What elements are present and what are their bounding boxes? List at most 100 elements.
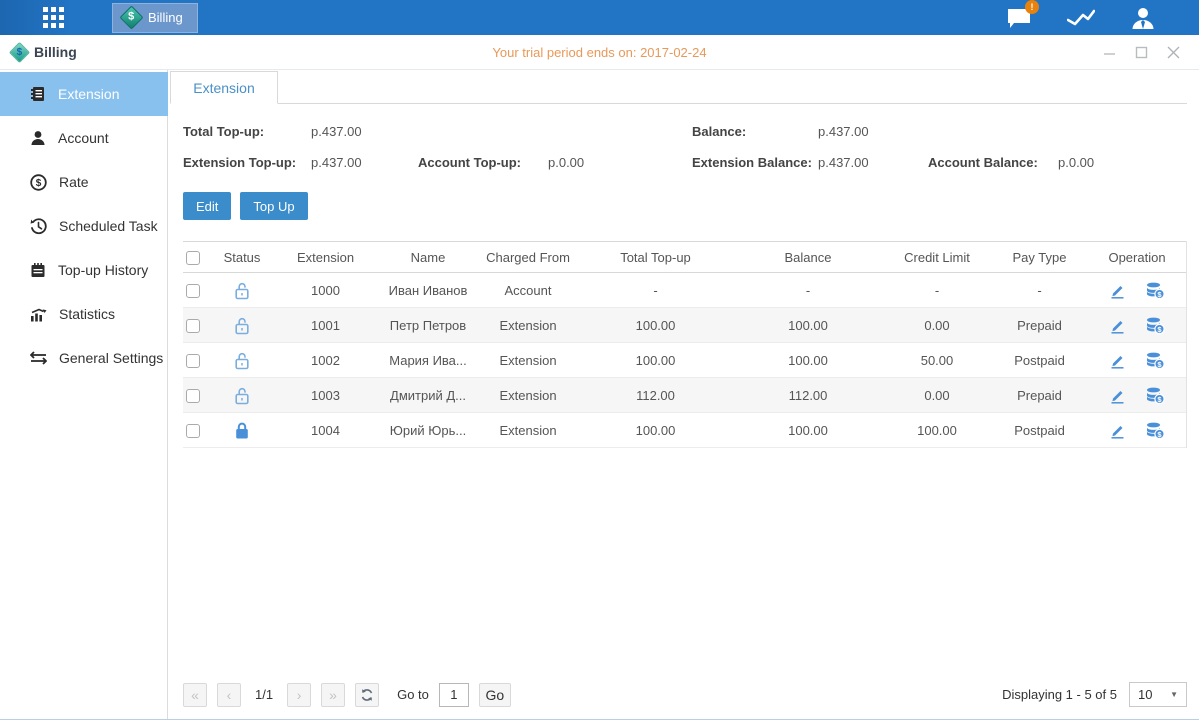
lock-status-icon xyxy=(211,281,273,300)
scheduled-task-icon xyxy=(30,218,47,235)
name-cell: Юрий Юрь... xyxy=(378,423,478,438)
window-title-bar: Your trial period ends on: 2017-02-24 $ … xyxy=(0,35,1199,70)
select-all-checkbox[interactable] xyxy=(186,251,200,265)
extension-cell: 1001 xyxy=(273,318,378,333)
extension-cell: 1003 xyxy=(273,388,378,403)
extension-cell: 1004 xyxy=(273,423,378,438)
balance-cell: 112.00 xyxy=(733,388,883,403)
extension-topup-value: p.437.00 xyxy=(311,155,418,170)
go-button[interactable]: Go xyxy=(479,683,511,707)
sidebar-item-general-settings[interactable]: General Settings xyxy=(0,336,167,380)
sidebar-item-rate[interactable]: $ Rate xyxy=(0,160,167,204)
balance-summary: Total Top-up: p.437.00 Balance: p.437.00… xyxy=(183,116,1187,178)
prev-page-button[interactable]: ‹ xyxy=(217,683,241,707)
edit-row-icon[interactable] xyxy=(1109,282,1126,299)
general-settings-icon xyxy=(30,351,47,365)
col-operation: Operation xyxy=(1088,250,1186,265)
row-checkbox[interactable] xyxy=(186,354,200,368)
sidebar-item-extension[interactable]: Extension xyxy=(0,72,168,116)
page-size-select[interactable]: 10 ▼ xyxy=(1129,682,1187,707)
extension-cell: 1000 xyxy=(273,283,378,298)
lock-status-icon xyxy=(211,351,273,370)
col-credit-limit: Credit Limit xyxy=(883,250,991,265)
edit-row-icon[interactable] xyxy=(1109,317,1126,334)
credit-limit-cell: 50.00 xyxy=(883,353,991,368)
table-row: 1003 Дмитрий Д... Extension 112.00 112.0… xyxy=(183,378,1186,413)
balance-cell: - xyxy=(733,283,883,298)
edit-row-icon[interactable] xyxy=(1109,387,1126,404)
table-row: 1000 Иван Иванов Account - - - - $ xyxy=(183,273,1186,308)
account-icon xyxy=(30,130,46,146)
row-checkbox[interactable] xyxy=(186,284,200,298)
user-icon[interactable] xyxy=(1129,5,1157,31)
sidebar-item-label: Extension xyxy=(58,86,119,102)
total-topup-cell: 100.00 xyxy=(578,423,733,438)
extension-icon xyxy=(30,86,46,102)
table-header: Status Extension Name Charged From Total… xyxy=(183,241,1186,273)
topup-row-icon[interactable]: $ xyxy=(1146,317,1165,334)
edit-row-icon[interactable] xyxy=(1109,422,1126,439)
page-info: 1/1 xyxy=(255,687,273,702)
charged-from-cell: Extension xyxy=(478,353,578,368)
col-total-topup: Total Top-up xyxy=(578,250,733,265)
sidebar-item-topup-history[interactable]: Top-up History xyxy=(0,248,167,292)
balance-label: Balance: xyxy=(692,124,818,139)
row-checkbox[interactable] xyxy=(186,424,200,438)
col-pay-type: Pay Type xyxy=(991,250,1088,265)
row-checkbox[interactable] xyxy=(186,389,200,403)
close-icon[interactable] xyxy=(1165,44,1181,60)
credit-limit-cell: 0.00 xyxy=(883,318,991,333)
credit-limit-cell: 100.00 xyxy=(883,423,991,438)
table-row: 1001 Петр Петров Extension 100.00 100.00… xyxy=(183,308,1186,343)
topup-row-icon[interactable]: $ xyxy=(1146,282,1165,299)
sidebar-item-scheduled-task[interactable]: Scheduled Task xyxy=(0,204,167,248)
sidebar-item-label: Account xyxy=(58,130,109,146)
top-application-bar: $ Billing ! xyxy=(0,0,1199,35)
minimize-icon[interactable] xyxy=(1101,44,1117,60)
notification-badge: ! xyxy=(1025,0,1039,14)
chevron-down-icon: ▼ xyxy=(1170,690,1178,699)
top-up-button[interactable]: Top Up xyxy=(240,192,307,220)
edit-button[interactable]: Edit xyxy=(183,192,231,220)
last-page-button[interactable]: » xyxy=(321,683,345,707)
name-cell: Мария Ива... xyxy=(378,353,478,368)
statistics-icon xyxy=(30,306,47,322)
credit-limit-cell: 0.00 xyxy=(883,388,991,403)
topup-history-icon xyxy=(30,262,46,278)
pay-type-cell: Postpaid xyxy=(991,423,1088,438)
rate-icon: $ xyxy=(30,174,47,191)
lock-status-icon xyxy=(211,421,273,440)
pay-type-cell: Prepaid xyxy=(991,318,1088,333)
extension-topup-label: Extension Top-up: xyxy=(183,155,311,170)
messages-icon[interactable]: ! xyxy=(1005,5,1033,31)
row-checkbox[interactable] xyxy=(186,319,200,333)
sidebar-item-label: Rate xyxy=(59,174,89,190)
sidebar-item-statistics[interactable]: Statistics xyxy=(0,292,167,336)
table-body: 1000 Иван Иванов Account - - - - $ 1001 … xyxy=(183,273,1186,448)
balance-cell: 100.00 xyxy=(733,353,883,368)
goto-label: Go to xyxy=(397,687,429,702)
next-page-button[interactable]: › xyxy=(287,683,311,707)
total-topup-value: p.437.00 xyxy=(311,124,418,139)
billing-app-tab[interactable]: $ Billing xyxy=(112,3,198,33)
topup-row-icon[interactable]: $ xyxy=(1146,352,1165,369)
topup-row-icon[interactable]: $ xyxy=(1146,422,1165,439)
first-page-button[interactable]: « xyxy=(183,683,207,707)
extension-cell: 1002 xyxy=(273,353,378,368)
statistics-topbar-icon[interactable] xyxy=(1067,5,1095,31)
topup-row-icon[interactable]: $ xyxy=(1146,387,1165,404)
charged-from-cell: Extension xyxy=(478,318,578,333)
edit-row-icon[interactable] xyxy=(1109,352,1126,369)
col-status: Status xyxy=(211,250,273,265)
account-topup-value: p.0.00 xyxy=(548,155,692,170)
col-extension: Extension xyxy=(273,250,378,265)
maximize-icon[interactable] xyxy=(1133,44,1149,60)
refresh-button[interactable] xyxy=(355,683,379,707)
tab-extension[interactable]: Extension xyxy=(170,71,278,104)
pay-type-cell: Prepaid xyxy=(991,388,1088,403)
apps-grid-icon[interactable] xyxy=(38,3,68,33)
charged-from-cell: Account xyxy=(478,283,578,298)
sidebar-item-account[interactable]: Account xyxy=(0,116,167,160)
credit-limit-cell: - xyxy=(883,283,991,298)
goto-page-input[interactable] xyxy=(439,683,469,707)
